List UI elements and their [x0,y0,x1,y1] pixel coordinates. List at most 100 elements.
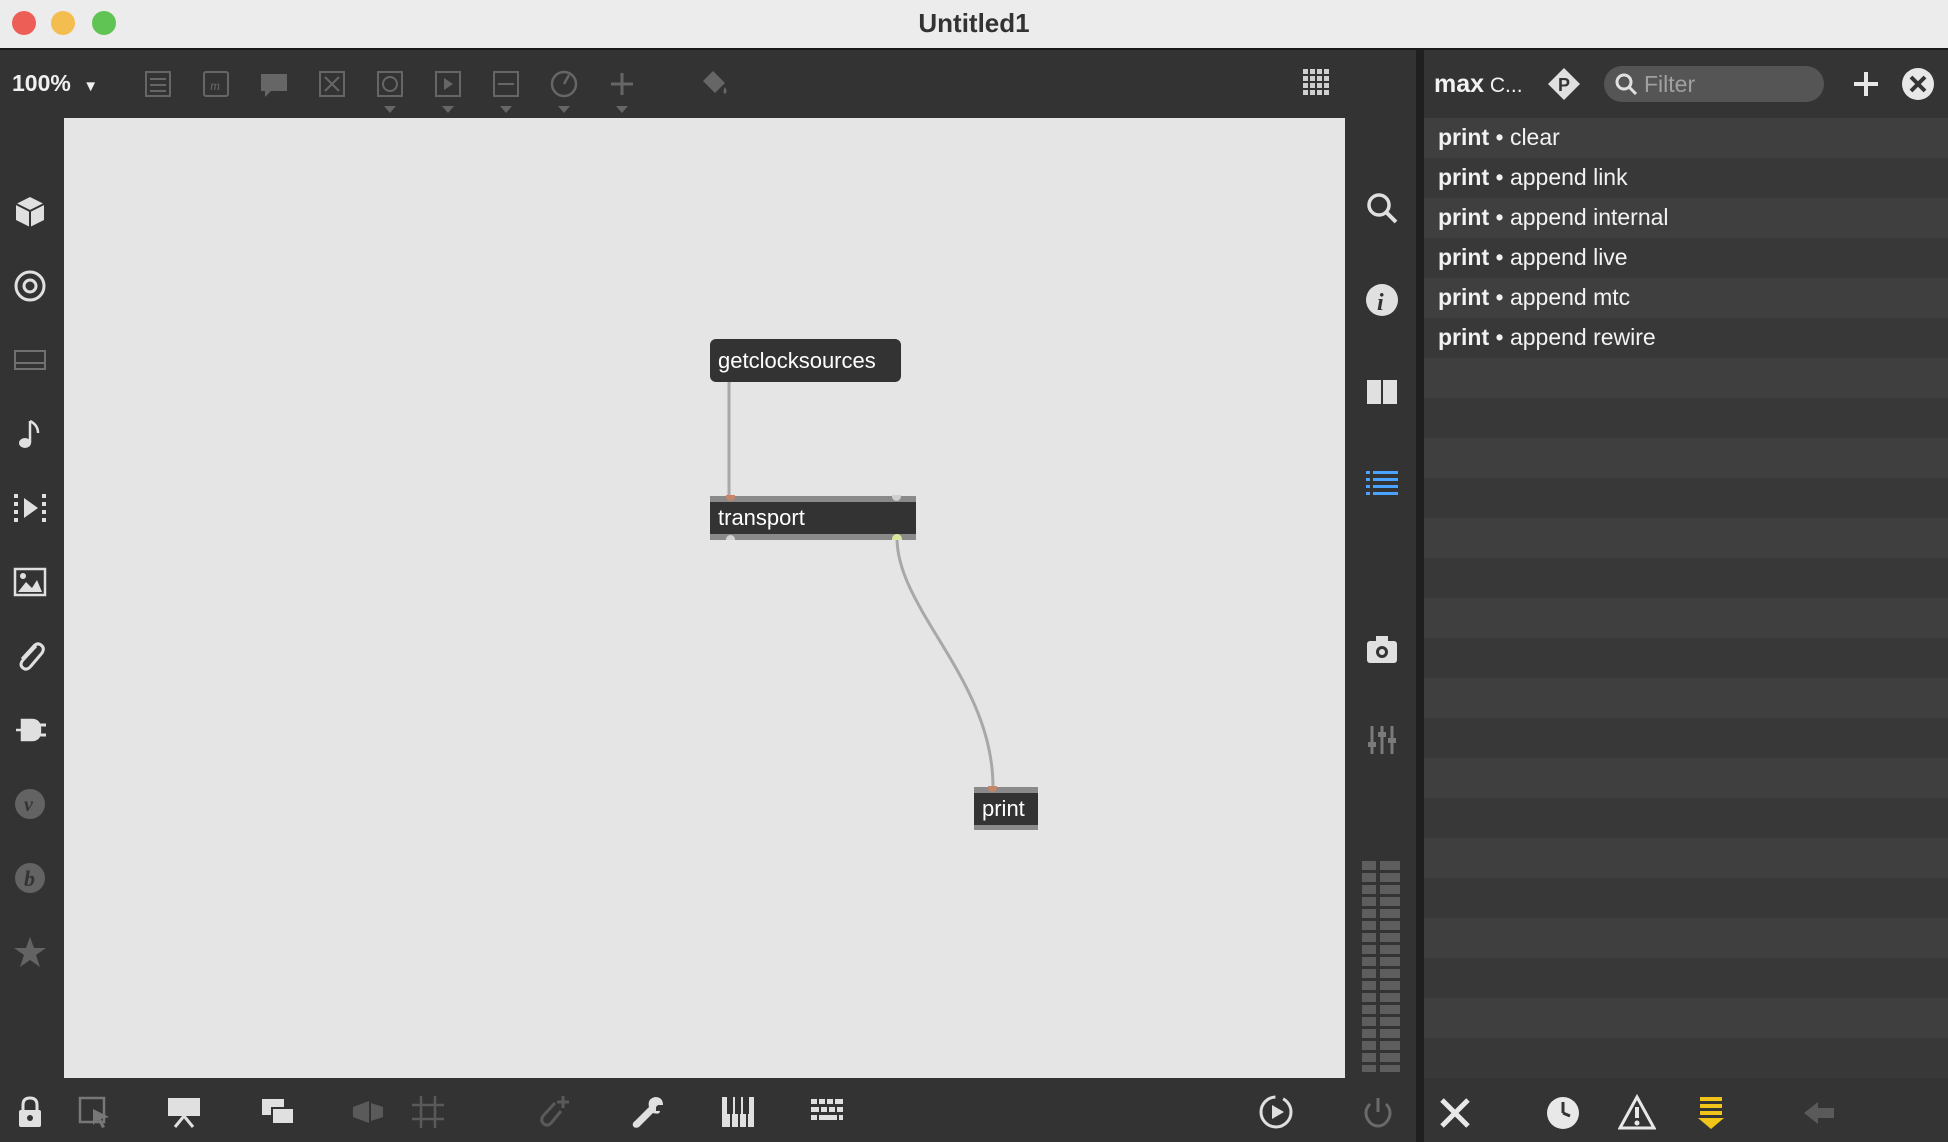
console-row-empty [1424,398,1948,438]
patcher-canvas[interactable] [64,118,1345,1078]
grid-snap-icon[interactable] [408,1092,448,1132]
console-toolbar [1424,1078,1948,1142]
console-row[interactable]: print • clear [1424,118,1948,158]
image-icon[interactable] [8,560,52,604]
wrench-icon[interactable] [628,1092,668,1132]
bottom-toolbar [0,1078,1416,1142]
play-object-icon[interactable] [428,64,468,104]
message-source: print [1438,204,1490,230]
back-arrow-icon[interactable] [1798,1092,1840,1134]
console-row[interactable]: print • append internal [1424,198,1948,238]
message-text: getclocksources [718,347,876,373]
outlet-bar [710,534,916,540]
console-row-empty [1424,518,1948,558]
zoom-value: 100% [12,70,71,96]
svg-text:P: P [1558,75,1570,95]
window-title: Untitled1 [918,8,1030,38]
object-transport[interactable]: transport [710,495,916,540]
console-title-rest: C... [1484,74,1523,97]
chevron-down-icon[interactable] [558,106,570,113]
piano-keyboard-icon[interactable] [718,1092,758,1132]
object-box-icon[interactable] [138,64,178,104]
inlet-bar [710,496,916,502]
console-row[interactable]: print • append mtc [1424,278,1948,318]
close-icon[interactable] [1900,66,1936,102]
presentation-mode-icon[interactable] [164,1092,204,1132]
meter-divider [1376,858,1380,1072]
console-title: max C... [1434,70,1523,99]
presentation-select-icon[interactable] [74,1092,114,1132]
music-note-icon[interactable] [8,412,52,456]
slider-object-icon[interactable] [486,64,526,104]
object-print[interactable]: print [974,786,1038,830]
message-box-icon[interactable]: m [196,64,236,104]
audio-power-icon[interactable] [1358,1092,1398,1132]
message-source: print [1438,244,1490,270]
console-row-empty [1424,558,1948,598]
filter-input[interactable] [1642,68,1816,100]
clear-console-icon[interactable] [1434,1092,1476,1134]
audio-level-meter [1362,858,1400,1072]
console-row-empty [1424,918,1948,958]
zoom-dropdown[interactable]: 100% ▼ [12,70,98,97]
message-source: print [1438,164,1490,190]
lock-icon[interactable] [10,1092,50,1132]
console-row[interactable]: print • append live [1424,238,1948,278]
message-text: • append live [1489,244,1628,270]
new-view-icon[interactable] [258,1092,298,1132]
plus-icon[interactable] [602,64,642,104]
chevron-down-icon[interactable] [616,106,628,113]
snapshot-camera-icon[interactable] [1360,628,1404,672]
chevron-down-icon[interactable] [384,106,396,113]
plug-icon[interactable] [8,708,52,752]
pin-icon[interactable]: P [1546,66,1582,102]
console-row-empty [1424,878,1948,918]
keyboard-device-icon[interactable] [8,338,52,382]
message-source: print [1438,124,1490,150]
reference-book-icon[interactable] [1360,370,1404,414]
paperclip-icon[interactable] [8,634,52,678]
left-sidebar: v b [0,118,62,1078]
beap-icon[interactable]: b [8,856,52,900]
grid-icon[interactable] [1298,64,1338,104]
package-icon[interactable] [8,190,52,234]
outlet[interactable] [726,535,735,540]
svg-text:m: m [210,79,220,94]
chevron-down-icon[interactable] [500,106,512,113]
message-text: • append rewire [1489,324,1656,350]
outlet[interactable] [892,534,902,540]
speaker-icon[interactable] [8,264,52,308]
vizzie-icon[interactable]: v [8,782,52,826]
star-icon[interactable] [8,930,52,974]
inlet-bar [974,787,1038,793]
info-icon[interactable]: i [1360,278,1404,322]
svg-text:i: i [1377,290,1384,316]
toggle-icon[interactable] [312,64,352,104]
transport-control-icon[interactable] [1256,1092,1296,1132]
dial-object-icon[interactable] [544,64,584,104]
console-row-empty [1424,718,1948,758]
plus-icon[interactable] [1848,66,1884,102]
paint-bucket-icon[interactable] [694,64,734,104]
autoscroll-icon[interactable] [1690,1092,1732,1134]
message-text: • clear [1489,124,1560,150]
mixer-icon[interactable] [1360,718,1404,762]
outlet-bar [974,825,1038,830]
console-row[interactable]: print • append rewire [1424,318,1948,358]
chevron-down-icon[interactable] [442,106,454,113]
warning-icon[interactable] [1616,1092,1658,1134]
console-row[interactable]: print • append link [1424,158,1948,198]
comment-icon[interactable] [254,64,294,104]
video-icon[interactable] [8,486,52,530]
computer-keyboard-icon[interactable] [808,1092,848,1132]
console-row-empty [1424,438,1948,478]
clock-icon[interactable] [1542,1092,1584,1134]
add-dependency-icon[interactable] [534,1092,574,1132]
search-icon[interactable] [1360,186,1404,230]
filter-field[interactable] [1604,66,1824,102]
debug-icon[interactable] [348,1092,388,1132]
console-list-icon[interactable] [1360,462,1404,506]
button-object-icon[interactable] [370,64,410,104]
panel-divider[interactable] [1416,50,1424,1142]
message-box-getclocksources[interactable]: getclocksources [710,339,901,382]
